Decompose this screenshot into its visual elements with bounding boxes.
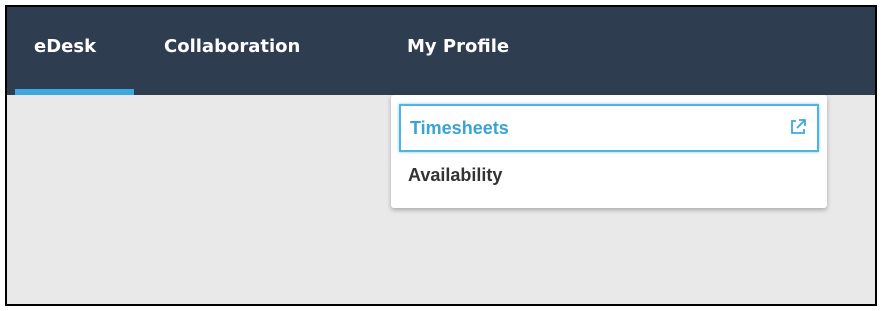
top-navbar: eDesk Collaboration My Profile	[7, 7, 875, 95]
nav-tab-label: eDesk	[34, 36, 97, 57]
menu-item-timesheets[interactable]: Timesheets	[399, 104, 819, 152]
menu-item-label: Availability	[408, 165, 503, 185]
nav-tab-label: My Profile	[407, 36, 510, 57]
nav-tab-collaboration[interactable]: Collaboration	[164, 7, 300, 95]
menu-item-availability[interactable]: Availability	[399, 155, 819, 195]
nav-tab-edesk[interactable]: eDesk	[15, 7, 134, 95]
nav-tab-label: Collaboration	[164, 36, 301, 57]
active-tab-indicator	[15, 89, 134, 95]
my-profile-dropdown: Timesheets Availability	[391, 95, 827, 208]
app-frame: eDesk Collaboration My Profile Timesheet…	[5, 5, 877, 306]
nav-tab-my-profile[interactable]: My Profile	[407, 7, 509, 95]
external-link-icon	[791, 119, 806, 134]
menu-item-label: Timesheets	[410, 118, 509, 138]
